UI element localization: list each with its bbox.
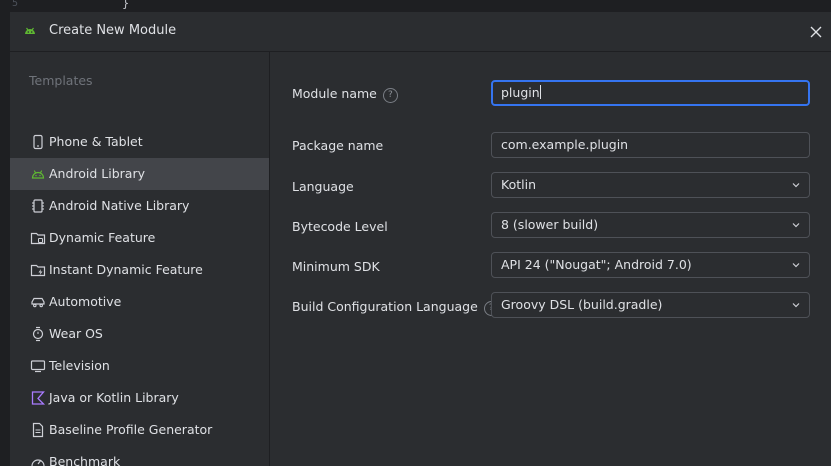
sidebar-item-label: Android Native Library (49, 198, 190, 213)
module-name-label-text: Module name (292, 86, 377, 101)
bytecode-level-label: Bytecode Level (292, 219, 388, 234)
module-name-input[interactable]: plugin (491, 80, 810, 106)
build-config-language-select[interactable]: Groovy DSL (build.gradle) (491, 292, 810, 318)
sidebar-item-benchmark[interactable]: Benchmark (10, 446, 269, 466)
sidebar-item-wear-os[interactable]: Wear OS (10, 318, 269, 350)
line-number: 5 (12, 0, 19, 9)
minimum-sdk-label: Minimum SDK (292, 259, 380, 274)
code-brace: } (122, 0, 130, 10)
instant-feature-icon (30, 264, 46, 277)
native-library-icon (32, 199, 44, 213)
sidebar-item-baseline-profile-generator[interactable]: Baseline Profile Generator (10, 414, 269, 446)
sidebar-item-java-kotlin-library[interactable]: Java or Kotlin Library (10, 382, 269, 414)
watch-icon (32, 326, 44, 342)
dialog-title: Create New Module (49, 23, 177, 38)
chevron-down-icon (792, 223, 800, 228)
sidebar-item-dynamic-feature[interactable]: Dynamic Feature (10, 222, 269, 254)
help-icon[interactable]: ? (382, 88, 398, 103)
package-name-input[interactable]: com.example.plugin (491, 132, 810, 158)
kotlin-icon (31, 391, 46, 405)
sidebar-item-android-native-library[interactable]: Android Native Library (10, 190, 269, 222)
sidebar-item-android-library[interactable]: Android Library (10, 158, 269, 190)
template-sidebar: Templates Phone & Tablet Android Library (10, 52, 270, 466)
language-label: Language (292, 179, 354, 194)
car-icon (31, 297, 45, 308)
minimum-sdk-select[interactable]: API 24 ("Nougat"; Android 7.0) (491, 252, 810, 278)
dialog-titlebar: Create New Module (10, 12, 831, 52)
sidebar-item-label: Wear OS (49, 326, 103, 341)
gauge-icon (31, 459, 45, 466)
android-studio-icon (25, 27, 35, 34)
sidebar-item-television[interactable]: Television (10, 350, 269, 382)
profile-icon (32, 422, 44, 438)
sidebar-item-label: Baseline Profile Generator (49, 422, 213, 437)
text-cursor (539, 85, 541, 99)
android-icon (31, 170, 45, 179)
build-config-language-value: Groovy DSL (build.gradle) (501, 297, 663, 312)
sidebar-item-label: Automotive (49, 294, 122, 309)
minimum-sdk-value: API 24 ("Nougat"; Android 7.0) (501, 257, 692, 272)
phone-tablet-icon (33, 134, 43, 150)
sidebar-item-automotive[interactable]: Automotive (10, 286, 269, 318)
editor-background: 5 } (0, 0, 831, 12)
module-name-label: Module name? (292, 86, 398, 103)
module-name-value: plugin (501, 85, 540, 100)
editor-gutter (0, 12, 10, 466)
language-value: Kotlin (501, 177, 536, 192)
sidebar-item-label: Benchmark (49, 454, 121, 466)
sidebar-item-label: Instant Dynamic Feature (49, 262, 203, 277)
package-name-value: com.example.plugin (501, 137, 629, 152)
templates-section-label: Templates (29, 73, 93, 88)
create-module-dialog: Create New Module Templates Phone & Tabl… (10, 12, 831, 466)
dynamic-feature-icon (30, 232, 46, 245)
sidebar-item-instant-dynamic-feature[interactable]: Instant Dynamic Feature (10, 254, 269, 286)
chevron-down-icon (792, 263, 800, 268)
close-icon[interactable] (807, 23, 825, 41)
tv-icon (30, 360, 46, 373)
sidebar-item-label: Phone & Tablet (49, 134, 143, 149)
chevron-down-icon (792, 303, 800, 308)
sidebar-item-label: Java or Kotlin Library (49, 390, 179, 405)
sidebar-item-label: Television (49, 358, 110, 373)
sidebar-item-label: Android Library (49, 166, 146, 181)
bytecode-level-value: 8 (slower build) (501, 217, 599, 232)
build-config-language-label: Build Configuration Language? (292, 299, 499, 316)
chevron-down-icon (792, 183, 800, 188)
language-select[interactable]: Kotlin (491, 172, 810, 198)
sidebar-item-phone-tablet[interactable]: Phone & Tablet (10, 126, 269, 158)
module-form: Module name? plugin Package name com.exa… (270, 52, 831, 466)
sidebar-item-label: Dynamic Feature (49, 230, 156, 245)
bytecode-level-select[interactable]: 8 (slower build) (491, 212, 810, 238)
build-config-language-label-text: Build Configuration Language (292, 299, 478, 314)
package-name-label: Package name (292, 138, 384, 153)
